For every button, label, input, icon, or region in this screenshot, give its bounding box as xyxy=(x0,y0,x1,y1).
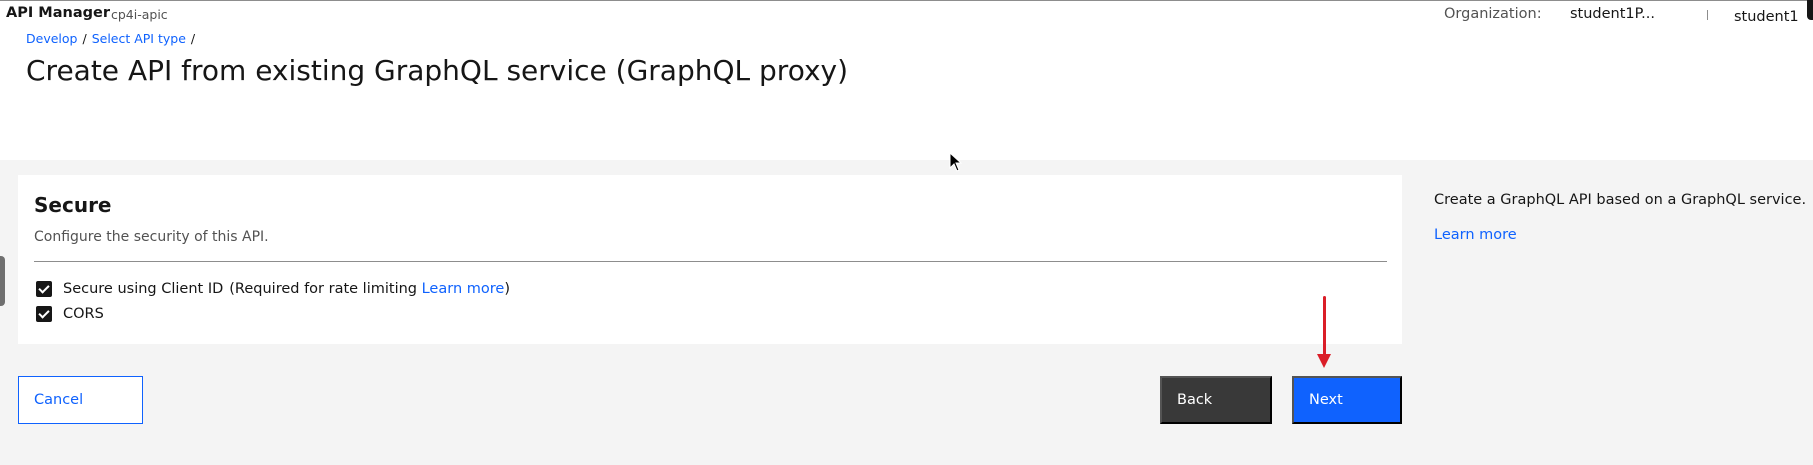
client-id-checkbox[interactable] xyxy=(36,281,52,297)
mouse-cursor-icon xyxy=(949,152,963,172)
client-id-option: Secure using Client ID (Required for rat… xyxy=(36,281,510,297)
annotation-arrow-head xyxy=(1317,354,1331,368)
header-divider xyxy=(1707,10,1708,20)
user-menu[interactable]: student1 xyxy=(1734,9,1799,25)
section-description: Configure the security of this API. xyxy=(34,229,269,245)
breadcrumb-select-api-type[interactable]: Select API type xyxy=(92,31,186,46)
cancel-button[interactable]: Cancel xyxy=(18,376,143,424)
annotation-arrow-shaft xyxy=(1323,296,1326,358)
corner-mark xyxy=(1807,0,1813,20)
instance-name: cp4i-apic xyxy=(111,7,168,22)
rate-limiting-note-text: (Required for rate limiting xyxy=(229,281,417,297)
side-panel-description: Create a GraphQL API based on a GraphQL … xyxy=(1434,192,1807,208)
breadcrumb: Develop / Select API type / xyxy=(26,31,200,46)
breadcrumb-separator: / xyxy=(82,31,87,46)
rate-limiting-note-close: ) xyxy=(504,281,510,297)
secure-card: Secure Configure the security of this AP… xyxy=(18,175,1402,344)
page-title: Create API from existing GraphQL service… xyxy=(26,54,849,87)
cors-label[interactable]: CORS xyxy=(63,306,104,322)
cors-checkbox[interactable] xyxy=(36,306,52,322)
breadcrumb-separator: / xyxy=(190,31,196,46)
side-panel-learn-more-link[interactable]: Learn more xyxy=(1434,227,1517,243)
section-title: Secure xyxy=(34,193,112,217)
product-name[interactable]: API Manager xyxy=(6,5,110,21)
organization-label: Organization: xyxy=(1444,6,1542,22)
learn-more-link[interactable]: Learn more xyxy=(422,281,505,297)
rate-limiting-note: (Required for rate limiting Learn more) xyxy=(229,281,510,297)
section-divider xyxy=(34,261,1387,262)
back-button[interactable]: Back xyxy=(1160,376,1272,424)
next-button[interactable]: Next xyxy=(1292,376,1402,424)
client-id-label[interactable]: Secure using Client ID xyxy=(63,281,223,297)
top-border xyxy=(0,0,1813,1)
cors-option: CORS xyxy=(36,306,104,322)
organization-selector[interactable]: student1P... xyxy=(1570,6,1655,22)
side-panel-toggle[interactable] xyxy=(0,256,5,306)
breadcrumb-develop[interactable]: Develop xyxy=(26,31,77,46)
